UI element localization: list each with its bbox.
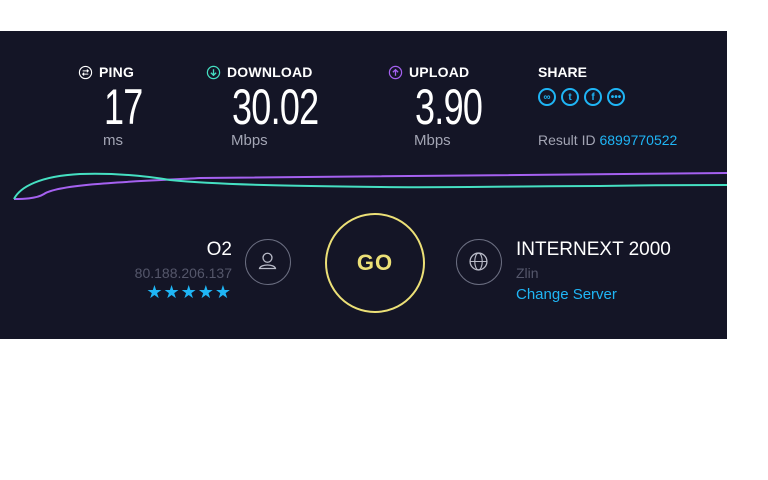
ping-label: PING <box>99 64 135 80</box>
ping-metric: PING 17 ms <box>78 64 158 149</box>
upload-arrow-icon <box>388 65 403 79</box>
server-info: INTERNEXT 2000 Zlin Change Server <box>516 239 671 303</box>
link-icon[interactable]: ∞ <box>538 88 556 106</box>
go-button[interactable]: GO <box>325 213 425 313</box>
share-section: SHARE ∞ t f ••• <box>538 64 625 106</box>
ping-icon <box>78 65 93 79</box>
more-icon[interactable]: ••• <box>607 88 625 106</box>
ping-value: 17 <box>104 79 143 135</box>
isp-name: O2 <box>206 239 232 260</box>
facebook-icon[interactable]: f <box>584 88 602 106</box>
change-server-link[interactable]: Change Server <box>516 286 671 303</box>
isp-rating-stars: ★★★★★ <box>146 282 232 302</box>
download-arrow-icon <box>206 65 221 79</box>
speedtest-panel: PING 17 ms DOWNLOAD 30.02 Mbps UPLOAD 3.… <box>0 31 727 339</box>
isp-info: O2 80.188.206.137 ★★★★★ <box>135 239 232 303</box>
globe-icon <box>469 252 488 271</box>
twitter-icon[interactable]: t <box>561 88 579 106</box>
upload-value: 3.90 <box>415 79 483 135</box>
user-button[interactable] <box>245 239 291 285</box>
upload-metric: UPLOAD 3.90 Mbps <box>388 64 508 149</box>
download-metric: DOWNLOAD 30.02 Mbps <box>206 64 352 149</box>
result-id-row: Result ID 6899770522 <box>538 132 677 148</box>
server-globe-button[interactable] <box>456 239 502 285</box>
upload-label: UPLOAD <box>409 64 470 80</box>
result-id-link[interactable]: 6899770522 <box>599 132 677 148</box>
server-name: INTERNEXT 2000 <box>516 239 671 260</box>
download-value: 30.02 <box>232 79 319 135</box>
isp-ip: 80.188.206.137 <box>134 265 232 281</box>
download-label: DOWNLOAD <box>227 64 313 80</box>
result-id-label: Result ID <box>538 132 596 148</box>
user-icon <box>258 252 277 270</box>
download-graph-line <box>13 172 727 200</box>
server-location: Zlin <box>516 265 539 281</box>
share-label: SHARE <box>538 64 588 80</box>
